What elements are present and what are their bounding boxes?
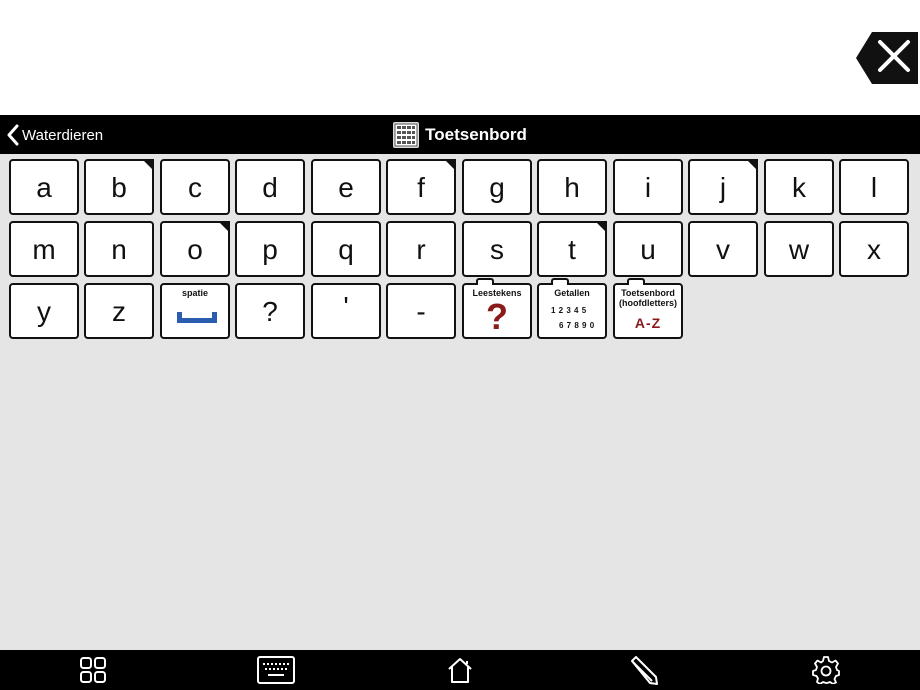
- key-p[interactable]: p: [235, 221, 305, 277]
- back-label: Waterdieren: [22, 126, 104, 144]
- key-u[interactable]: u: [613, 221, 683, 277]
- key-f[interactable]: f: [386, 159, 456, 215]
- key-label: c: [188, 172, 202, 203]
- key-n[interactable]: n: [84, 221, 154, 277]
- key-b[interactable]: b: [84, 159, 154, 215]
- question-mark-symbol: ?: [486, 296, 508, 337]
- keyboard-grid-icon: [393, 121, 420, 148]
- key-label: ': [343, 291, 349, 322]
- folder-tab: [551, 278, 569, 285]
- key-x[interactable]: x: [839, 221, 909, 277]
- key-label: -: [416, 296, 426, 327]
- key-label: r: [416, 234, 426, 265]
- space-label: spatie: [181, 288, 208, 298]
- key-e[interactable]: e: [311, 159, 381, 215]
- clear-button[interactable]: [856, 32, 918, 84]
- key-c[interactable]: c: [160, 159, 230, 215]
- back-button[interactable]: Waterdieren: [6, 123, 103, 147]
- key-label: o: [187, 234, 203, 265]
- key-m[interactable]: m: [9, 221, 79, 277]
- folder-uppercase[interactable]: Toetsenbord (hoofdletters) A-Z: [613, 278, 683, 339]
- key-hyphen[interactable]: -: [386, 283, 456, 339]
- key-z[interactable]: z: [84, 283, 154, 339]
- home-icon: [448, 658, 472, 683]
- key-label: m: [32, 234, 56, 265]
- key-label: k: [792, 172, 806, 203]
- key-y[interactable]: y: [9, 283, 79, 339]
- numbers-line-2: 6 7 8 9 0: [559, 321, 595, 330]
- close-icon: [856, 32, 918, 84]
- key-label: q: [338, 234, 354, 265]
- key-label: s: [490, 234, 504, 265]
- key-grid: a b c d e f g h i j k l m n o p q r s t …: [0, 154, 920, 650]
- key-label: n: [111, 234, 127, 265]
- key-label: h: [564, 172, 580, 203]
- uppercase-symbol: A-Z: [634, 315, 662, 331]
- key-label: f: [417, 172, 425, 203]
- numbers-line-1: 1 2 3 4 5: [551, 306, 587, 315]
- grid-button[interactable]: [73, 654, 113, 686]
- key-label: y: [37, 296, 51, 327]
- gear-icon: [812, 656, 840, 684]
- key-j[interactable]: j: [688, 159, 758, 215]
- key-s[interactable]: s: [462, 221, 532, 277]
- keyboard-button[interactable]: [256, 654, 296, 686]
- folder-label-line-1: Toetsenbord: [621, 288, 675, 298]
- grid-icon: [80, 657, 106, 683]
- home-button[interactable]: [440, 654, 480, 686]
- key-apostrophe[interactable]: ': [311, 283, 381, 339]
- key-question[interactable]: ?: [235, 283, 305, 339]
- key-label: x: [867, 234, 881, 265]
- key-g[interactable]: g: [462, 159, 532, 215]
- message-area[interactable]: [0, 0, 920, 115]
- key-a[interactable]: a: [9, 159, 79, 215]
- key-label: g: [489, 172, 505, 203]
- key-label: b: [111, 172, 127, 203]
- bottom-toolbar: [0, 650, 920, 690]
- key-o[interactable]: o: [160, 221, 230, 277]
- folder-tab: [476, 278, 494, 285]
- key-label: j: [719, 172, 727, 203]
- key-v[interactable]: v: [688, 221, 758, 277]
- key-label: d: [262, 172, 278, 203]
- settings-button[interactable]: [806, 654, 846, 686]
- key-q[interactable]: q: [311, 221, 381, 277]
- key-r[interactable]: r: [386, 221, 456, 277]
- key-label: v: [716, 234, 730, 265]
- folder-label: Getallen: [554, 288, 590, 298]
- folder-punctuation[interactable]: Leestekens ?: [462, 278, 532, 339]
- folder-tab: [627, 278, 645, 285]
- key-k[interactable]: k: [764, 159, 834, 215]
- space-bar-icon: [177, 312, 217, 323]
- key-l[interactable]: l: [839, 159, 909, 215]
- key-h[interactable]: h: [537, 159, 607, 215]
- key-label: a: [36, 172, 52, 203]
- key-label: e: [338, 172, 354, 203]
- key-t[interactable]: t: [537, 221, 607, 277]
- chevron-left-icon: [7, 124, 19, 146]
- key-label: i: [644, 172, 652, 203]
- keyboard-icon: [257, 656, 295, 684]
- key-d[interactable]: d: [235, 159, 305, 215]
- key-label: z: [112, 296, 126, 327]
- key-w[interactable]: w: [764, 221, 834, 277]
- edit-button[interactable]: [623, 654, 663, 686]
- key-label: p: [262, 234, 278, 265]
- title-label: Toetsenbord: [425, 124, 527, 144]
- key-label: w: [788, 234, 810, 265]
- page-title: Toetsenbord: [0, 115, 920, 154]
- folder-label-line-2: (hoofdletters): [619, 298, 677, 308]
- folder-numbers[interactable]: Getallen 1 2 3 4 5 6 7 8 9 0: [537, 278, 607, 339]
- pencil-icon: [631, 656, 658, 685]
- key-label: t: [568, 234, 576, 265]
- header-bar: Waterdieren Toetsenbord: [0, 115, 920, 154]
- key-label: l: [870, 172, 878, 203]
- key-label: ?: [262, 296, 278, 327]
- key-space[interactable]: spatie: [160, 283, 230, 339]
- key-i[interactable]: i: [613, 159, 683, 215]
- key-label: u: [640, 234, 656, 265]
